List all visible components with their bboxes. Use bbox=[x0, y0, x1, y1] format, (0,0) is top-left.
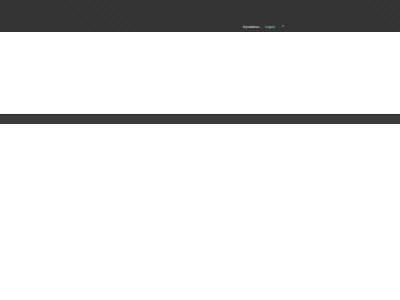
chevron-down-icon[interactable]: ▾ bbox=[282, 24, 284, 29]
top-navigation-bar: hyvaisivo logon ▾ bbox=[0, 0, 400, 32]
topbar-link-accent[interactable]: logon bbox=[265, 24, 275, 29]
page-content-area bbox=[0, 32, 400, 114]
topbar-links: hyvaisivo logon ▾ bbox=[243, 24, 284, 29]
band-divider bbox=[0, 114, 400, 115]
topbar-link-main[interactable]: hyvaisivo bbox=[243, 24, 259, 29]
lower-content-area bbox=[0, 124, 400, 300]
section-band bbox=[0, 114, 400, 124]
